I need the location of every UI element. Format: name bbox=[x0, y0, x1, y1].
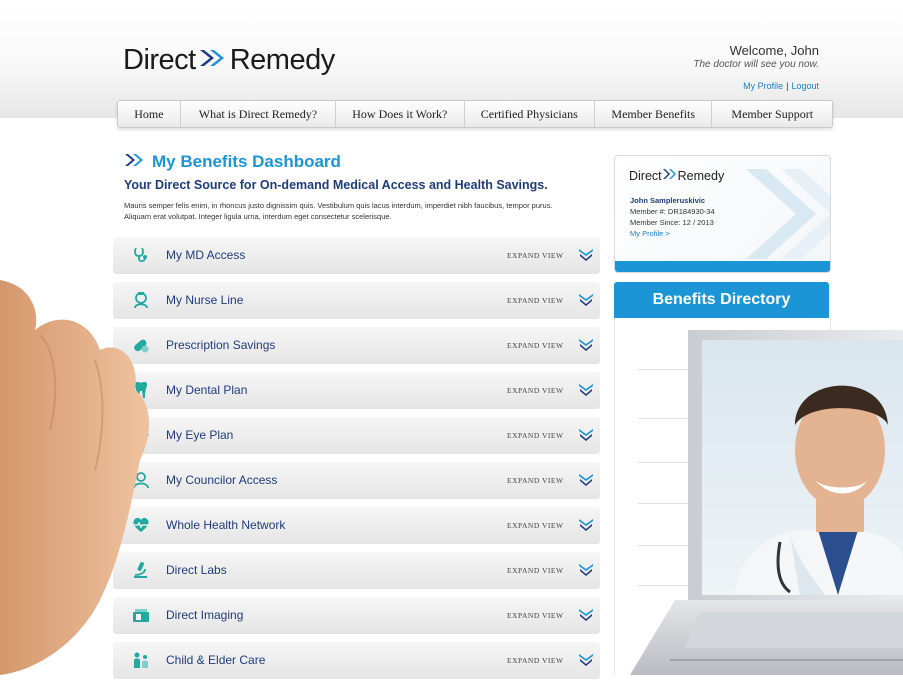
member-since: Member Since: 12 / 2013 bbox=[630, 218, 714, 227]
benefit-label: Direct Imaging bbox=[166, 608, 244, 622]
card-accent-bar bbox=[615, 261, 830, 272]
account-links: My Profile | Logout bbox=[693, 81, 819, 91]
page-title: My Benefits Dashboard bbox=[152, 152, 341, 171]
benefit-row-nurse-line[interactable]: My Nurse Line EXPAND VIEW bbox=[113, 282, 600, 319]
benefits-list: My MD Access EXPAND VIEW My Nurse Line E… bbox=[113, 237, 600, 687]
benefit-row-whole-health[interactable]: Whole Health Network EXPAND VIEW bbox=[113, 507, 600, 544]
benefits-directory-title: Benefits Directory bbox=[614, 282, 829, 318]
benefit-row-child-elder[interactable]: Child & Elder Care EXPAND VIEW bbox=[113, 642, 600, 679]
logout-link[interactable]: Logout bbox=[791, 81, 819, 91]
benefit-row-councilor[interactable]: My Councilor Access EXPAND VIEW bbox=[113, 462, 600, 499]
site-logo[interactable]: Direct Remedy bbox=[123, 44, 335, 77]
chevron-down-icon[interactable] bbox=[578, 383, 594, 403]
chevron-down-icon[interactable] bbox=[578, 473, 594, 493]
link-separator: | bbox=[786, 81, 789, 91]
expand-view-link[interactable]: EXPAND VIEW bbox=[507, 386, 564, 395]
logo-text-left: Direct bbox=[123, 44, 196, 76]
benefit-label: Direct Labs bbox=[166, 563, 227, 577]
card-logo: Direct Remedy bbox=[629, 168, 724, 183]
chevron-down-icon[interactable] bbox=[578, 428, 594, 448]
benefit-label: My Dental Plan bbox=[166, 383, 248, 397]
welcome-block: Welcome, John The doctor will see you no… bbox=[693, 43, 819, 91]
chevron-down-icon[interactable] bbox=[578, 248, 594, 268]
expand-view-link[interactable]: EXPAND VIEW bbox=[507, 431, 564, 440]
tagline: The doctor will see you now. bbox=[693, 59, 819, 70]
dashboard-title: My Benefits Dashboard bbox=[124, 152, 341, 172]
nav-item-physicians[interactable]: Certified Physicians bbox=[465, 101, 595, 127]
card-logo-left: Direct bbox=[629, 168, 662, 183]
logo-chevron-icon bbox=[198, 44, 228, 77]
expand-view-link[interactable]: EXPAND VIEW bbox=[507, 566, 564, 575]
benefit-row-labs[interactable]: Direct Labs EXPAND VIEW bbox=[113, 552, 600, 589]
benefit-label: My MD Access bbox=[166, 248, 246, 262]
my-profile-link[interactable]: My Profile bbox=[743, 81, 783, 91]
benefit-row-eye[interactable]: My Eye Plan EXPAND VIEW bbox=[113, 417, 600, 454]
nav-item-how-it-works[interactable]: How Does it Work? bbox=[336, 101, 465, 127]
chevron-down-icon[interactable] bbox=[578, 293, 594, 313]
expand-view-link[interactable]: EXPAND VIEW bbox=[507, 476, 564, 485]
chevron-down-icon[interactable] bbox=[578, 608, 594, 628]
chevron-down-icon[interactable] bbox=[578, 338, 594, 358]
nav-item-home[interactable]: Home bbox=[118, 101, 181, 127]
main-nav: Home What is Direct Remedy? How Does it … bbox=[117, 100, 833, 128]
card-profile-link[interactable]: My Profile > bbox=[630, 229, 670, 238]
benefit-row-md-access[interactable]: My MD Access EXPAND VIEW bbox=[113, 237, 600, 274]
hand-image bbox=[0, 280, 150, 675]
intro-paragraph: Mauris semper felis enim, in rhoncus jus… bbox=[124, 201, 553, 221]
page-subtitle: Your Direct Source for On-demand Medical… bbox=[124, 178, 548, 192]
nav-item-what-is[interactable]: What is Direct Remedy? bbox=[181, 101, 337, 127]
member-name: John Sampleruskivic bbox=[630, 196, 706, 205]
nav-item-member-support[interactable]: Member Support bbox=[712, 101, 832, 127]
benefit-label: Child & Elder Care bbox=[166, 653, 266, 667]
benefit-label: Whole Health Network bbox=[166, 518, 286, 532]
expand-view-link[interactable]: EXPAND VIEW bbox=[507, 611, 564, 620]
benefit-label: My Councilor Access bbox=[166, 473, 278, 487]
chevron-down-icon[interactable] bbox=[578, 563, 594, 583]
stethoscope-icon bbox=[132, 246, 150, 264]
laptop-doctor-image bbox=[630, 330, 903, 675]
nav-item-member-benefits[interactable]: Member Benefits bbox=[595, 101, 713, 127]
benefit-label: Prescription Savings bbox=[166, 338, 276, 352]
expand-view-link[interactable]: EXPAND VIEW bbox=[507, 521, 564, 530]
expand-view-link[interactable]: EXPAND VIEW bbox=[507, 251, 564, 260]
card-logo-chevron-icon bbox=[662, 168, 678, 183]
expand-view-link[interactable]: EXPAND VIEW bbox=[507, 656, 564, 665]
expand-view-link[interactable]: EXPAND VIEW bbox=[507, 341, 564, 350]
member-card: Direct Remedy John Sampleruskivic Member… bbox=[614, 155, 831, 273]
card-logo-right: Remedy bbox=[677, 168, 725, 183]
title-chevron-icon bbox=[124, 153, 146, 172]
card-swoosh-graphic bbox=[746, 169, 830, 259]
benefit-row-prescription[interactable]: Prescription Savings EXPAND VIEW bbox=[113, 327, 600, 364]
member-number: Member #: DR184930-34 bbox=[630, 207, 715, 216]
chevron-down-icon[interactable] bbox=[578, 653, 594, 673]
logo-text-right: Remedy bbox=[229, 44, 336, 76]
benefit-row-dental[interactable]: My Dental Plan EXPAND VIEW bbox=[113, 372, 600, 409]
benefit-row-imaging[interactable]: Direct Imaging EXPAND VIEW bbox=[113, 597, 600, 634]
welcome-text: Welcome, John bbox=[729, 43, 819, 58]
benefit-label: My Eye Plan bbox=[166, 428, 234, 442]
benefit-label: My Nurse Line bbox=[166, 293, 244, 307]
expand-view-link[interactable]: EXPAND VIEW bbox=[507, 296, 564, 305]
chevron-down-icon[interactable] bbox=[578, 518, 594, 538]
